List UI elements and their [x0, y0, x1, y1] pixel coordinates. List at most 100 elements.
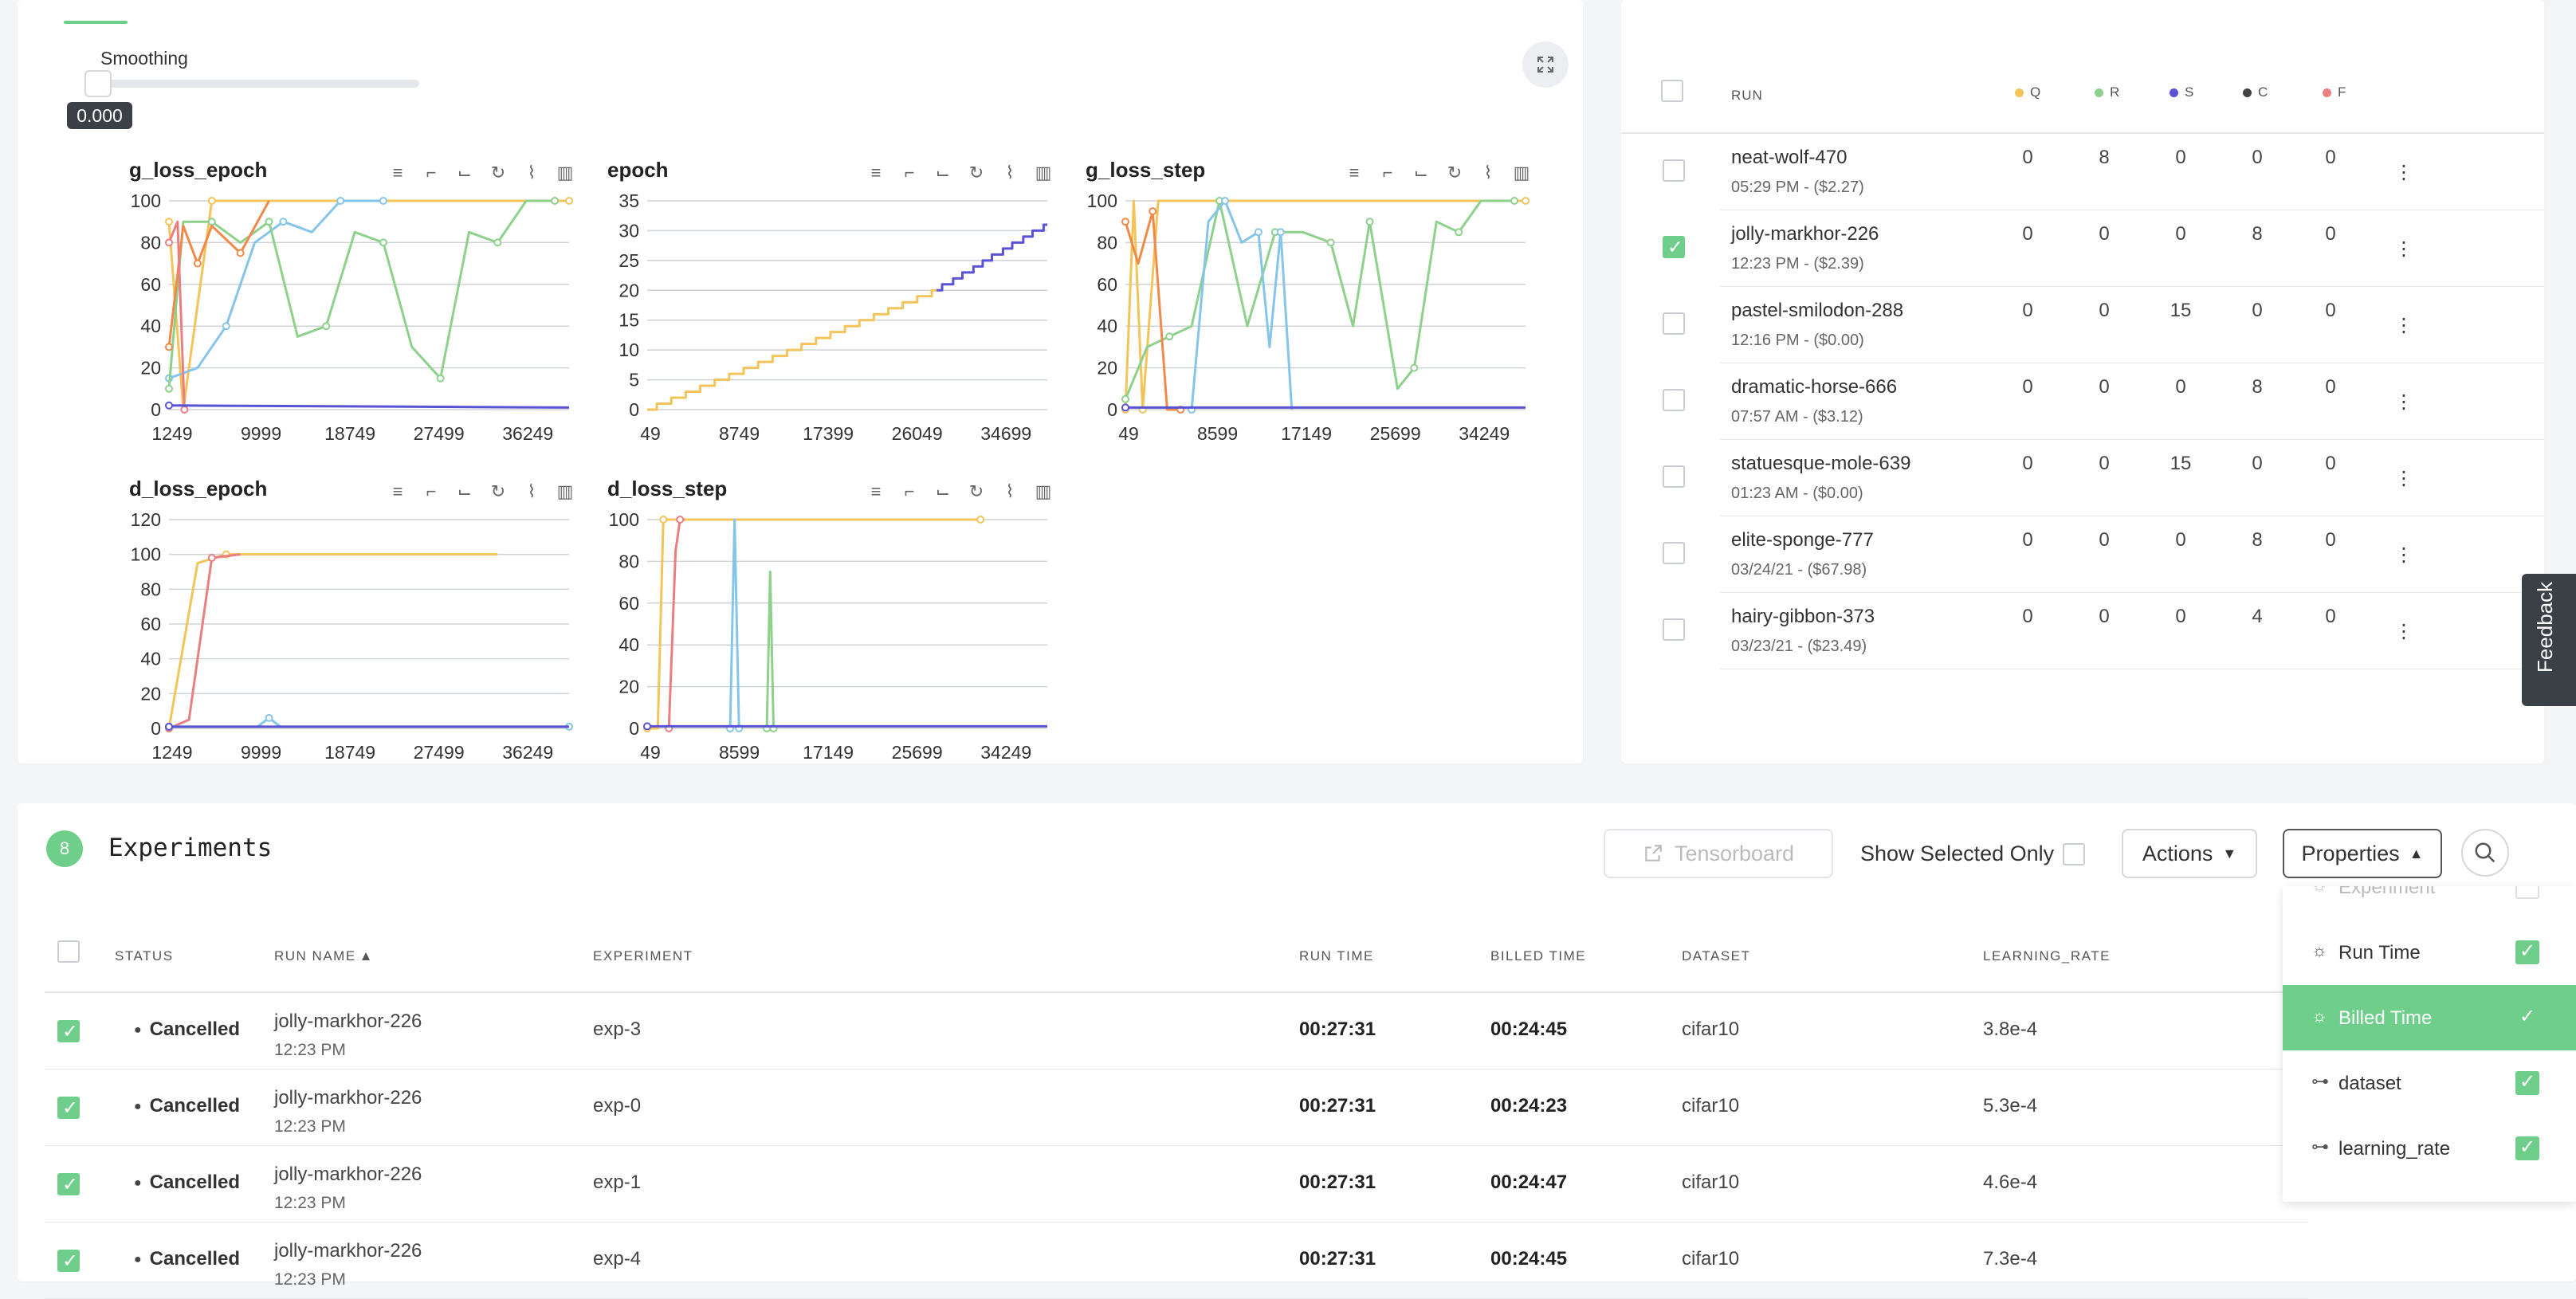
run-name[interactable]: dramatic-horse-666: [1731, 376, 1897, 398]
bar-chart-icon[interactable]: ▥: [1511, 163, 1532, 183]
experiment-row[interactable]: Cancelled jolly-markhor-226 exp-3 00:27:31 0…: [45, 993, 2308, 1069]
crop-icon[interactable]: ⌐: [421, 481, 442, 502]
more-options-icon[interactable]: ⋮: [2394, 390, 2413, 414]
bar-chart-icon[interactable]: ▥: [555, 163, 575, 183]
run-select-checkbox[interactable]: [1663, 542, 1685, 564]
run-row[interactable]: pastel-smilodon-288 12:16 PM - ($0.00) 0 0 1…: [1621, 287, 2544, 363]
smoothing-slider-thumb[interactable]: [84, 70, 112, 97]
crop-alt-icon[interactable]: ⌙: [454, 481, 475, 502]
more-options-icon[interactable]: ⋮: [2394, 314, 2413, 337]
menu-icon[interactable]: ≡: [866, 481, 886, 502]
run-name[interactable]: elite-sponge-777: [1731, 529, 1874, 551]
crop-icon[interactable]: ⌐: [1377, 163, 1398, 183]
run-select-checkbox[interactable]: [1663, 389, 1685, 411]
more-options-icon[interactable]: ⋮: [2394, 467, 2413, 490]
property-checkbox[interactable]: [2515, 886, 2539, 899]
run-select-checkbox[interactable]: [1663, 465, 1685, 488]
property-checkbox[interactable]: [2515, 1005, 2539, 1030]
expand-button[interactable]: [1522, 41, 1569, 88]
bar-chart-icon[interactable]: ▥: [555, 481, 575, 502]
properties-button[interactable]: Properties ▲: [2283, 829, 2442, 878]
col-learning-rate[interactable]: LEARNING_RATE: [1983, 948, 2111, 964]
run-row[interactable]: hairy-gibbon-373 03/23/21 - ($23.49) 0 0 0 4 0…: [1621, 593, 2544, 669]
run-row[interactable]: dramatic-horse-666 07:57 AM - ($3.12) 0 0 0 8…: [1621, 363, 2544, 440]
experiment-select-checkbox[interactable]: [57, 1250, 80, 1273]
run-name[interactable]: hairy-gibbon-373: [1731, 606, 1875, 628]
run-select-checkbox[interactable]: [1663, 236, 1685, 259]
col-run-time[interactable]: RUN TIME: [1299, 948, 1374, 964]
bar-chart-icon[interactable]: ▥: [1033, 481, 1054, 502]
smoothing-slider-track[interactable]: [91, 80, 419, 88]
tensorboard-button[interactable]: Tensorboard: [1604, 829, 1833, 878]
refresh-icon[interactable]: ↻: [966, 481, 987, 502]
property-checkbox[interactable]: [2515, 1070, 2539, 1095]
feedback-tab[interactable]: Feedback: [2522, 574, 2576, 706]
run-row[interactable]: jolly-markhor-226 12:23 PM - ($2.39) 0 0 0 8 0…: [1621, 210, 2544, 287]
crop-alt-icon[interactable]: ⌙: [933, 481, 953, 502]
property-item-learning-rate[interactable]: ⊶ learning_rate: [2283, 1116, 2576, 1181]
menu-icon[interactable]: ≡: [387, 163, 408, 183]
select-all-experiments-checkbox[interactable]: [57, 940, 80, 963]
crop-alt-icon[interactable]: ⌙: [933, 163, 953, 183]
property-item-dataset[interactable]: ⊶ dataset: [2283, 1050, 2576, 1116]
property-item-experiment[interactable]: ☼ Experiment: [2283, 886, 2576, 920]
data-point: [265, 713, 273, 722]
run-row[interactable]: statuesque-mole-639 01:23 AM - ($0.00) 0 0 1…: [1621, 440, 2544, 516]
col-billed-time[interactable]: BILLED TIME: [1490, 948, 1586, 964]
line-chart-icon[interactable]: ⌇: [521, 481, 542, 502]
menu-icon[interactable]: ≡: [866, 163, 886, 183]
refresh-icon[interactable]: ↻: [488, 163, 509, 183]
run-name[interactable]: jolly-markhor-226: [1731, 223, 1879, 245]
run-name-cell[interactable]: jolly-markhor-226: [274, 1240, 422, 1262]
col-run-name[interactable]: RUN NAME ▲: [274, 948, 374, 964]
experiment-row[interactable]: Cancelled jolly-markhor-226 exp-4 00:27:31 0…: [45, 1222, 2308, 1299]
more-options-icon[interactable]: ⋮: [2394, 237, 2413, 261]
menu-icon[interactable]: ≡: [1344, 163, 1365, 183]
experiment-row[interactable]: Cancelled jolly-markhor-226 exp-1 00:27:31 0…: [45, 1146, 2308, 1222]
experiment-select-checkbox[interactable]: [57, 1020, 80, 1043]
run-name[interactable]: neat-wolf-470: [1731, 147, 1847, 169]
actions-button[interactable]: Actions ▼: [2122, 829, 2257, 878]
run-name[interactable]: pastel-smilodon-288: [1731, 300, 1903, 322]
run-row[interactable]: neat-wolf-470 05:29 PM - ($2.27) 0 8 0 0 0 ⋮: [1621, 134, 2544, 210]
run-row[interactable]: elite-sponge-777 03/24/21 - ($67.98) 0 0 0 8 0…: [1621, 516, 2544, 593]
more-options-icon[interactable]: ⋮: [2394, 544, 2413, 567]
search-button[interactable]: [2461, 829, 2509, 877]
crop-icon[interactable]: ⌐: [899, 163, 920, 183]
data-point: [493, 238, 502, 247]
crop-alt-icon[interactable]: ⌙: [1411, 163, 1431, 183]
experiment-row[interactable]: Cancelled jolly-markhor-226 exp-0 00:27:31 0…: [45, 1069, 2308, 1146]
refresh-icon[interactable]: ↻: [1444, 163, 1465, 183]
line-chart-icon[interactable]: ⌇: [999, 481, 1020, 502]
refresh-icon[interactable]: ↻: [488, 481, 509, 502]
run-name-cell[interactable]: jolly-markhor-226: [274, 1011, 422, 1033]
run-name-cell[interactable]: jolly-markhor-226: [274, 1164, 422, 1186]
experiment-select-checkbox[interactable]: [57, 1173, 80, 1196]
run-select-checkbox[interactable]: [1663, 159, 1685, 182]
run-select-checkbox[interactable]: [1663, 618, 1685, 641]
run-name-cell[interactable]: jolly-markhor-226: [274, 1087, 422, 1109]
crop-icon[interactable]: ⌐: [899, 481, 920, 502]
col-status[interactable]: STATUS: [115, 948, 174, 964]
run-name[interactable]: statuesque-mole-639: [1731, 453, 1910, 475]
bar-chart-icon[interactable]: ▥: [1033, 163, 1054, 183]
line-chart-icon[interactable]: ⌇: [999, 163, 1020, 183]
property-item-run-time[interactable]: ☼ Run Time: [2283, 920, 2576, 985]
crop-alt-icon[interactable]: ⌙: [454, 163, 475, 183]
more-options-icon[interactable]: ⋮: [2394, 620, 2413, 643]
property-checkbox[interactable]: [2515, 940, 2539, 964]
property-checkbox[interactable]: [2515, 1136, 2539, 1160]
show-selected-checkbox[interactable]: [2063, 843, 2085, 865]
crop-icon[interactable]: ⌐: [421, 163, 442, 183]
experiment-select-checkbox[interactable]: [57, 1097, 80, 1120]
select-all-runs-checkbox[interactable]: [1661, 80, 1683, 102]
more-options-icon[interactable]: ⋮: [2394, 161, 2413, 184]
line-chart-icon[interactable]: ⌇: [521, 163, 542, 183]
col-dataset[interactable]: DATASET: [1682, 948, 1750, 964]
refresh-icon[interactable]: ↻: [966, 163, 987, 183]
run-select-checkbox[interactable]: [1663, 312, 1685, 335]
line-chart-icon[interactable]: ⌇: [1478, 163, 1498, 183]
menu-icon[interactable]: ≡: [387, 481, 408, 502]
property-item-billed-time[interactable]: ☼ Billed Time: [2283, 985, 2576, 1050]
col-experiment[interactable]: EXPERIMENT: [593, 948, 693, 964]
